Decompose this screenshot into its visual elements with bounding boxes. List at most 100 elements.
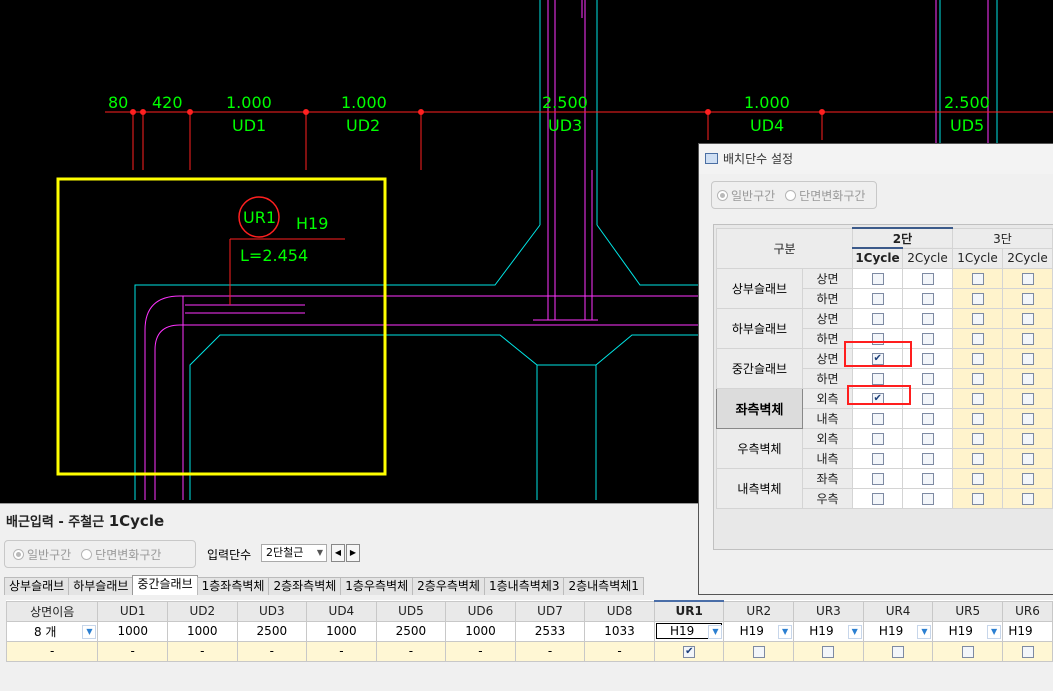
checkbox[interactable] [1021,332,1034,345]
checkbox[interactable] [971,352,984,365]
grid-cell[interactable]: H19 ▼ [793,620,864,642]
checkbox[interactable] [1021,472,1034,485]
level-checkbox-cell[interactable] [902,267,953,289]
grid-cell[interactable]: 2500 [236,620,308,642]
level-checkbox-cell[interactable] [902,467,953,489]
level-checkbox-cell[interactable] [1002,387,1053,409]
grid-cell[interactable]: 1000 [167,620,238,642]
checkbox[interactable] [921,332,934,345]
checkbox[interactable] [971,332,984,345]
tab-1[interactable]: 하부슬래브 [68,577,134,595]
checkbox[interactable] [871,372,884,385]
checkbox[interactable] [971,292,984,305]
level-checkbox-cell[interactable] [952,447,1003,469]
checkbox[interactable] [871,432,884,445]
level-checkbox-cell[interactable] [952,327,1003,349]
level-checkbox-cell[interactable] [852,427,903,449]
level-checkbox-cell[interactable] [852,487,903,509]
grid-cell[interactable]: H19 ▼ [862,620,934,642]
dropdown-arrow-icon[interactable]: ▼ [917,624,932,639]
checkbox[interactable] [921,472,934,485]
tab-0[interactable]: 상부슬래브 [4,577,70,595]
grid-cell[interactable]: H19 ▼ [723,620,795,642]
level-checkbox-cell[interactable] [902,307,953,329]
grid-cell[interactable]: 2500 [375,620,447,642]
checkbox[interactable] [1021,452,1034,465]
dropdown-arrow-icon[interactable]: ▼ [987,624,1002,639]
level-checkbox-cell[interactable] [902,427,953,449]
level-checkbox-cell[interactable] [852,407,903,429]
checkbox[interactable] [971,392,984,405]
checkbox[interactable] [683,645,696,658]
checkbox[interactable] [921,492,934,505]
level-checkbox-cell[interactable] [1002,287,1053,309]
dialog-titlebar[interactable]: 배치단수 설정 [699,144,1053,174]
level-checkbox-cell[interactable] [1002,447,1053,469]
level-checkbox-cell[interactable] [952,387,1003,409]
grid-cell[interactable]: 1000 [306,620,377,642]
checkbox[interactable] [871,312,884,325]
checkbox[interactable] [1021,645,1034,658]
checkbox[interactable] [871,492,884,505]
checkbox[interactable] [971,272,984,285]
tab-8[interactable]: 2층내측벽체1 [563,577,644,595]
grid-checkbox-cell[interactable] [653,640,725,662]
checkbox[interactable] [921,272,934,285]
checkbox[interactable] [961,645,974,658]
checkbox[interactable] [921,312,934,325]
next-arrow-button[interactable]: ▶ [346,544,360,562]
radio-general[interactable]: 일반구간 [13,546,71,563]
grid-checkbox-cell[interactable] [932,640,1004,662]
level-checkbox-cell[interactable] [952,267,1003,289]
tab-4[interactable]: 2층좌측벽체 [268,577,342,595]
prev-arrow-button[interactable]: ◀ [331,544,345,562]
checkbox[interactable] [1021,392,1034,405]
checkbox[interactable] [752,645,765,658]
checkbox[interactable] [1021,292,1034,305]
level-checkbox-cell[interactable] [1002,427,1053,449]
checkbox[interactable] [921,352,934,365]
level-checkbox-cell[interactable] [952,367,1003,389]
level-checkbox-cell[interactable] [1002,307,1053,329]
checkbox[interactable] [971,472,984,485]
dialog-radio-general[interactable]: 일반구간 [717,187,775,204]
tab-6[interactable]: 2층우측벽체 [412,577,485,595]
level-checkbox-cell[interactable] [1002,407,1053,429]
checkbox[interactable] [871,412,884,425]
level-checkbox-cell[interactable] [852,447,903,469]
checkbox[interactable] [921,432,934,445]
grid-cell[interactable]: H19 [1002,620,1053,642]
level-checkbox-cell[interactable] [852,267,903,289]
tab-3[interactable]: 1층좌측벽체 [196,577,270,595]
level-checkbox-cell[interactable] [852,467,903,489]
grid-cell[interactable]: 1033 [584,620,655,642]
grid-cell[interactable]: 2533 [514,620,586,642]
dropdown-arrow-icon[interactable]: ▼ [778,624,793,639]
checkbox[interactable] [871,272,884,285]
level-checkbox-cell[interactable] [852,307,903,329]
tab-7[interactable]: 1층내측벽체3 [483,577,565,595]
grid-cell[interactable]: 1000 [97,620,168,642]
level-checkbox-cell[interactable] [952,307,1003,329]
tab-2[interactable]: 중간슬래브 [132,575,198,595]
checkbox[interactable] [971,452,984,465]
checkbox[interactable] [971,412,984,425]
grid-cell[interactable]: H19 ▼ [932,620,1004,642]
level-checkbox-cell[interactable] [952,287,1003,309]
checkbox[interactable] [871,292,884,305]
checkbox[interactable] [1021,272,1034,285]
grid-cell[interactable]: H19 ▼ [653,620,725,642]
checkbox[interactable] [921,392,934,405]
checkbox[interactable] [971,312,984,325]
checkbox[interactable] [871,472,884,485]
dropdown-arrow-icon[interactable]: ▼ [82,624,97,639]
grid-cell[interactable]: 1000 [445,620,516,642]
checkbox[interactable] [892,645,905,658]
tab-5[interactable]: 1층우측벽체 [340,577,414,595]
checkbox[interactable] [1021,312,1034,325]
dropdown-arrow-icon[interactable]: ▼ [847,624,862,639]
level-checkbox-cell[interactable] [952,427,1003,449]
level-checkbox-cell[interactable] [1002,487,1053,509]
checkbox[interactable] [921,372,934,385]
checkbox[interactable] [1021,352,1034,365]
